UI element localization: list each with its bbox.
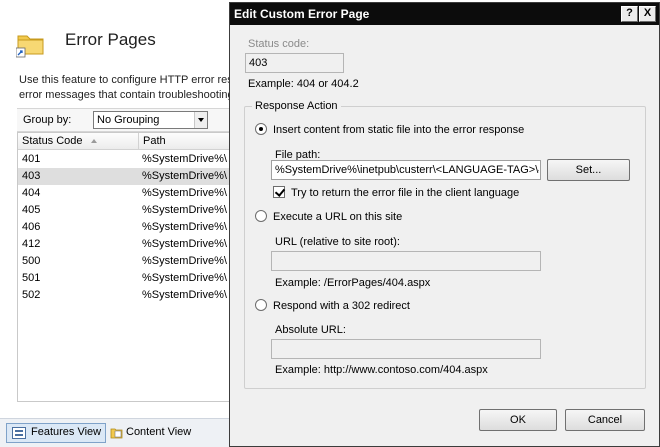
cell-status-code: 502 (22, 289, 41, 301)
table-row-selected[interactable]: 403 %SystemDrive%\ (18, 168, 231, 185)
cell-path: %SystemDrive%\ (142, 170, 227, 182)
features-view-tab[interactable]: Features View (6, 423, 107, 443)
table-row[interactable]: 404 %SystemDrive%\ (18, 185, 231, 202)
file-path-input[interactable]: %SystemDrive%\inetpub\custerr\<LANGUAGE-… (271, 160, 541, 180)
features-view-label: Features View (31, 426, 102, 438)
sort-ascending-icon (91, 139, 97, 143)
status-code-field[interactable]: 403 (245, 53, 344, 73)
redirect-option-label: Respond with a 302 redirect (273, 300, 410, 312)
redirect-radio[interactable] (255, 299, 267, 311)
cancel-button[interactable]: Cancel (565, 409, 645, 431)
description-line-1: Use this feature to configure HTTP error… (19, 74, 233, 86)
cell-status-code: 401 (22, 153, 41, 165)
cell-path: %SystemDrive%\ (142, 272, 227, 284)
table-row[interactable]: 406 %SystemDrive%\ (18, 219, 231, 236)
features-view-icon (12, 427, 26, 439)
static-file-option-label: Insert content from static file into the… (273, 124, 525, 136)
try-language-checkbox[interactable] (273, 186, 285, 198)
table-row[interactable]: 412 %SystemDrive%\ (18, 236, 231, 253)
cell-path: %SystemDrive%\ (142, 238, 227, 250)
try-language-label: Try to return the error file in the clie… (291, 187, 520, 199)
status-code-value: 403 (249, 57, 268, 69)
description-line-2: error messages that contain troubleshoot… (19, 89, 234, 101)
group-by-select[interactable]: No Grouping (93, 111, 208, 129)
static-file-radio[interactable] (255, 123, 267, 135)
content-view-icon (110, 428, 123, 439)
feature-description: Use this feature to configure HTTP error… (19, 73, 234, 103)
execute-url-radio[interactable] (255, 210, 267, 222)
group-by-label: Group by: (23, 114, 72, 126)
dialog-title: Edit Custom Error Page (234, 7, 370, 21)
content-view-label: Content View (126, 426, 192, 438)
dialog-titlebar[interactable]: Edit Custom Error Page ? X (230, 3, 659, 25)
view-switcher-bar: Features View Content View (0, 418, 232, 447)
set-button[interactable]: Set... (547, 159, 630, 181)
file-path-value: %SystemDrive%\inetpub\custerr\<LANGUAGE-… (275, 164, 539, 176)
table-row[interactable]: 405 %SystemDrive%\ (18, 202, 231, 219)
absolute-url-example: Example: http://www.contoso.com/404.aspx (275, 364, 488, 376)
cell-status-code: 404 (22, 187, 41, 199)
cell-path: %SystemDrive%\ (142, 204, 227, 216)
ok-button[interactable]: OK (479, 409, 557, 431)
table-row[interactable]: 500 %SystemDrive%\ (18, 253, 231, 270)
edit-custom-error-page-dialog: Edit Custom Error Page ? X Status code: … (229, 2, 660, 447)
cell-status-code: 406 (22, 221, 41, 233)
chevron-down-icon[interactable] (194, 112, 207, 128)
help-button[interactable]: ? (621, 6, 638, 22)
cell-status-code: 501 (22, 272, 41, 284)
status-code-label: Status code: (248, 38, 310, 50)
cell-path: %SystemDrive%\ (142, 153, 227, 165)
response-action-legend: Response Action (252, 100, 341, 112)
url-label: URL (relative to site root): (275, 236, 400, 248)
cell-path: %SystemDrive%\ (142, 187, 227, 199)
status-code-example: Example: 404 or 404.2 (248, 78, 359, 90)
table-header: Status Code Path (18, 133, 231, 150)
content-view-tab[interactable]: Content View (108, 424, 195, 444)
cell-path: %SystemDrive%\ (142, 289, 227, 301)
absolute-url-input[interactable] (271, 339, 541, 359)
page-title: Error Pages (65, 30, 156, 49)
url-input[interactable] (271, 251, 541, 271)
cell-status-code: 405 (22, 204, 41, 216)
url-example: Example: /ErrorPages/404.aspx (275, 277, 431, 289)
group-by-bar: Group by: No Grouping (17, 108, 232, 132)
column-header-status-code[interactable]: Status Code (22, 135, 136, 147)
table-row[interactable]: 401 %SystemDrive%\ (18, 151, 231, 168)
group-by-value: No Grouping (97, 114, 160, 126)
table-row[interactable]: 501 %SystemDrive%\ (18, 270, 231, 287)
cell-status-code: 412 (22, 238, 41, 250)
error-pages-table: Status Code Path 401 %SystemDrive%\ 403 … (17, 132, 232, 402)
cell-path: %SystemDrive%\ (142, 221, 227, 233)
execute-url-option-label: Execute a URL on this site (273, 211, 403, 223)
absolute-url-label: Absolute URL: (275, 324, 346, 336)
cell-status-code: 403 (22, 170, 41, 182)
column-header-path[interactable]: Path (138, 133, 231, 150)
table-row[interactable]: 502 %SystemDrive%\ (18, 287, 231, 304)
close-button[interactable]: X (639, 6, 656, 22)
folder-warning-icon (16, 35, 44, 58)
cell-path: %SystemDrive%\ (142, 255, 227, 267)
cell-status-code: 500 (22, 255, 41, 267)
